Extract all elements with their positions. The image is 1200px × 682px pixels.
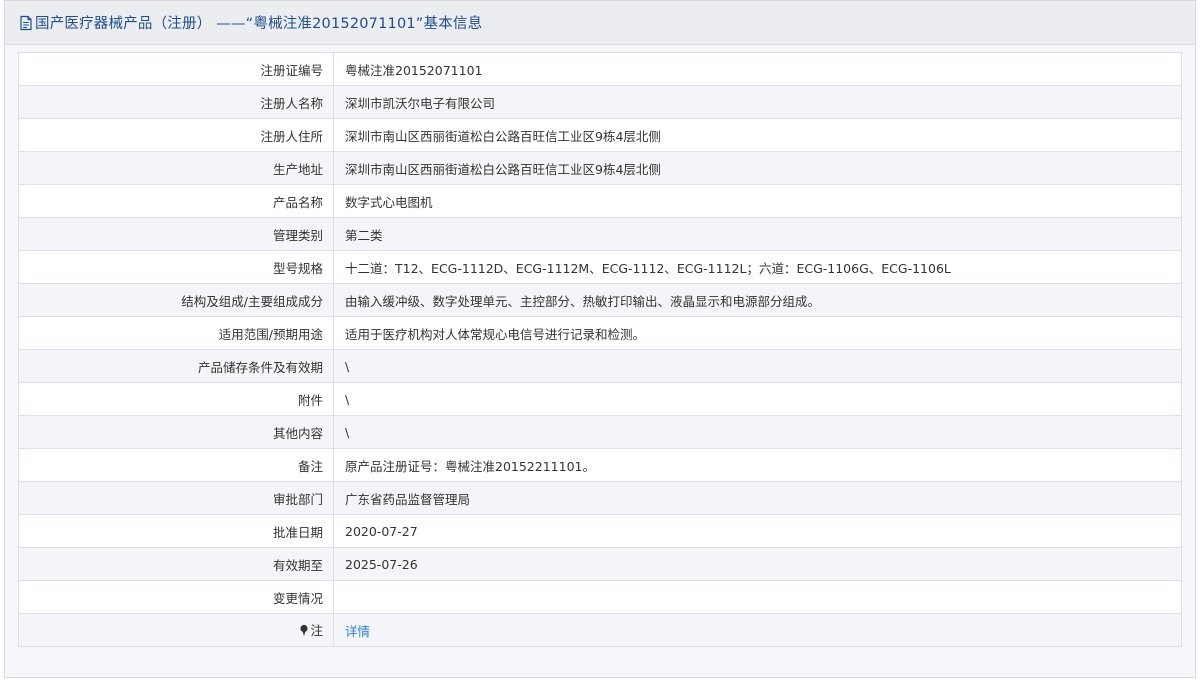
field-label: 注册人住所 xyxy=(18,118,334,152)
field-value: 由输入缓冲级、数字处理单元、主控部分、热敏打印输出、液晶显示和电源部分组成。 xyxy=(333,283,1182,317)
panel-header: 国产医疗器械产品（注册） ——“粤械注准20152071101”基本信息 xyxy=(5,1,1195,45)
field-label: 适用范围/预期用途 xyxy=(18,316,334,350)
field-label: 变更情况 xyxy=(18,580,334,614)
field-value: \ xyxy=(333,349,1182,383)
field-value: 适用于医疗机构对人体常规心电信号进行记录和检测。 xyxy=(333,316,1182,350)
table-row: 附件 \ xyxy=(18,382,1182,416)
pin-icon xyxy=(299,624,309,640)
field-value: 深圳市凯沃尔电子有限公司 xyxy=(333,85,1182,119)
field-value: 广东省药品监督管理局 xyxy=(333,481,1182,515)
field-label: 注册人名称 xyxy=(18,85,334,119)
field-label: 生产地址 xyxy=(18,151,334,185)
field-label: 审批部门 xyxy=(18,481,334,515)
table-row: 产品名称 数字式心电图机 xyxy=(18,184,1182,218)
page-title: 国产医疗器械产品（注册） ——“粤械注准20152071101”基本信息 xyxy=(35,16,483,32)
table-row: 产品储存条件及有效期 \ xyxy=(18,349,1182,383)
table-row: 结构及组成/主要组成成分 由输入缓冲级、数字处理单元、主控部分、热敏打印输出、液晶… xyxy=(18,283,1182,317)
field-value: 原产品注册证号：粤械注准20152211101。 xyxy=(333,448,1182,482)
field-label: 管理类别 xyxy=(18,217,334,251)
field-value: 十二道：T12、ECG-1112D、ECG-1112M、ECG-1112、ECG… xyxy=(333,250,1182,284)
table-row: 型号规格 十二道：T12、ECG-1112D、ECG-1112M、ECG-1112… xyxy=(18,250,1182,284)
registration-info-panel: 国产医疗器械产品（注册） ——“粤械注准20152071101”基本信息 注册证… xyxy=(4,0,1196,678)
field-label: 注册证编号 xyxy=(18,52,334,86)
field-value: \ xyxy=(333,382,1182,416)
field-label: 其他内容 xyxy=(18,415,334,449)
document-icon xyxy=(19,15,33,31)
table-row: 其他内容 \ xyxy=(18,415,1182,449)
field-value: 深圳市南山区西丽街道松白公路百旺信工业区9栋4层北侧 xyxy=(333,118,1182,152)
note-value-cell: 详情 xyxy=(333,613,1182,647)
table-row: 注册人住所 深圳市南山区西丽街道松白公路百旺信工业区9栋4层北侧 xyxy=(18,118,1182,152)
field-value xyxy=(333,580,1182,614)
field-value: 2025-07-26 xyxy=(333,547,1182,581)
table-row: 生产地址 深圳市南山区西丽街道松白公路百旺信工业区9栋4层北侧 xyxy=(18,151,1182,185)
field-value: 深圳市南山区西丽街道松白公路百旺信工业区9栋4层北侧 xyxy=(333,151,1182,185)
field-label: 产品储存条件及有效期 xyxy=(18,349,334,383)
field-label: 型号规格 xyxy=(18,250,334,284)
field-value: 数字式心电图机 xyxy=(333,184,1182,218)
note-label: 注 xyxy=(310,623,323,638)
details-link[interactable]: 详情 xyxy=(345,624,370,639)
table-row: 注册人名称 深圳市凯沃尔电子有限公司 xyxy=(18,85,1182,119)
field-label: 产品名称 xyxy=(18,184,334,218)
table-row: 备注 原产品注册证号：粤械注准20152211101。 xyxy=(18,448,1182,482)
info-table: 注册证编号 粤械注准20152071101 注册人名称 深圳市凯沃尔电子有限公司 注册人… xyxy=(18,52,1182,647)
table-row: 变更情况 xyxy=(18,580,1182,614)
field-label: 附件 xyxy=(18,382,334,416)
table-row: 有效期至 2025-07-26 xyxy=(18,547,1182,581)
table-row: 适用范围/预期用途 适用于医疗机构对人体常规心电信号进行记录和检测。 xyxy=(18,316,1182,350)
field-value: 第二类 xyxy=(333,217,1182,251)
field-label: 有效期至 xyxy=(18,547,334,581)
table-row: 管理类别 第二类 xyxy=(18,217,1182,251)
field-label: 备注 xyxy=(18,448,334,482)
table-row: 注册证编号 粤械注准20152071101 xyxy=(18,52,1182,86)
field-label: 结构及组成/主要组成成分 xyxy=(18,283,334,317)
info-table-body: 注册证编号 粤械注准20152071101 注册人名称 深圳市凯沃尔电子有限公司 注册人… xyxy=(18,52,1182,647)
field-value: 粤械注准20152071101 xyxy=(333,52,1182,86)
field-label: 批准日期 xyxy=(18,514,334,548)
field-value: 2020-07-27 xyxy=(333,514,1182,548)
field-value: \ xyxy=(333,415,1182,449)
note-label-cell: 注 xyxy=(18,613,334,647)
note-row: 注 详情 xyxy=(18,613,1182,647)
table-row: 审批部门 广东省药品监督管理局 xyxy=(18,481,1182,515)
table-row: 批准日期 2020-07-27 xyxy=(18,514,1182,548)
